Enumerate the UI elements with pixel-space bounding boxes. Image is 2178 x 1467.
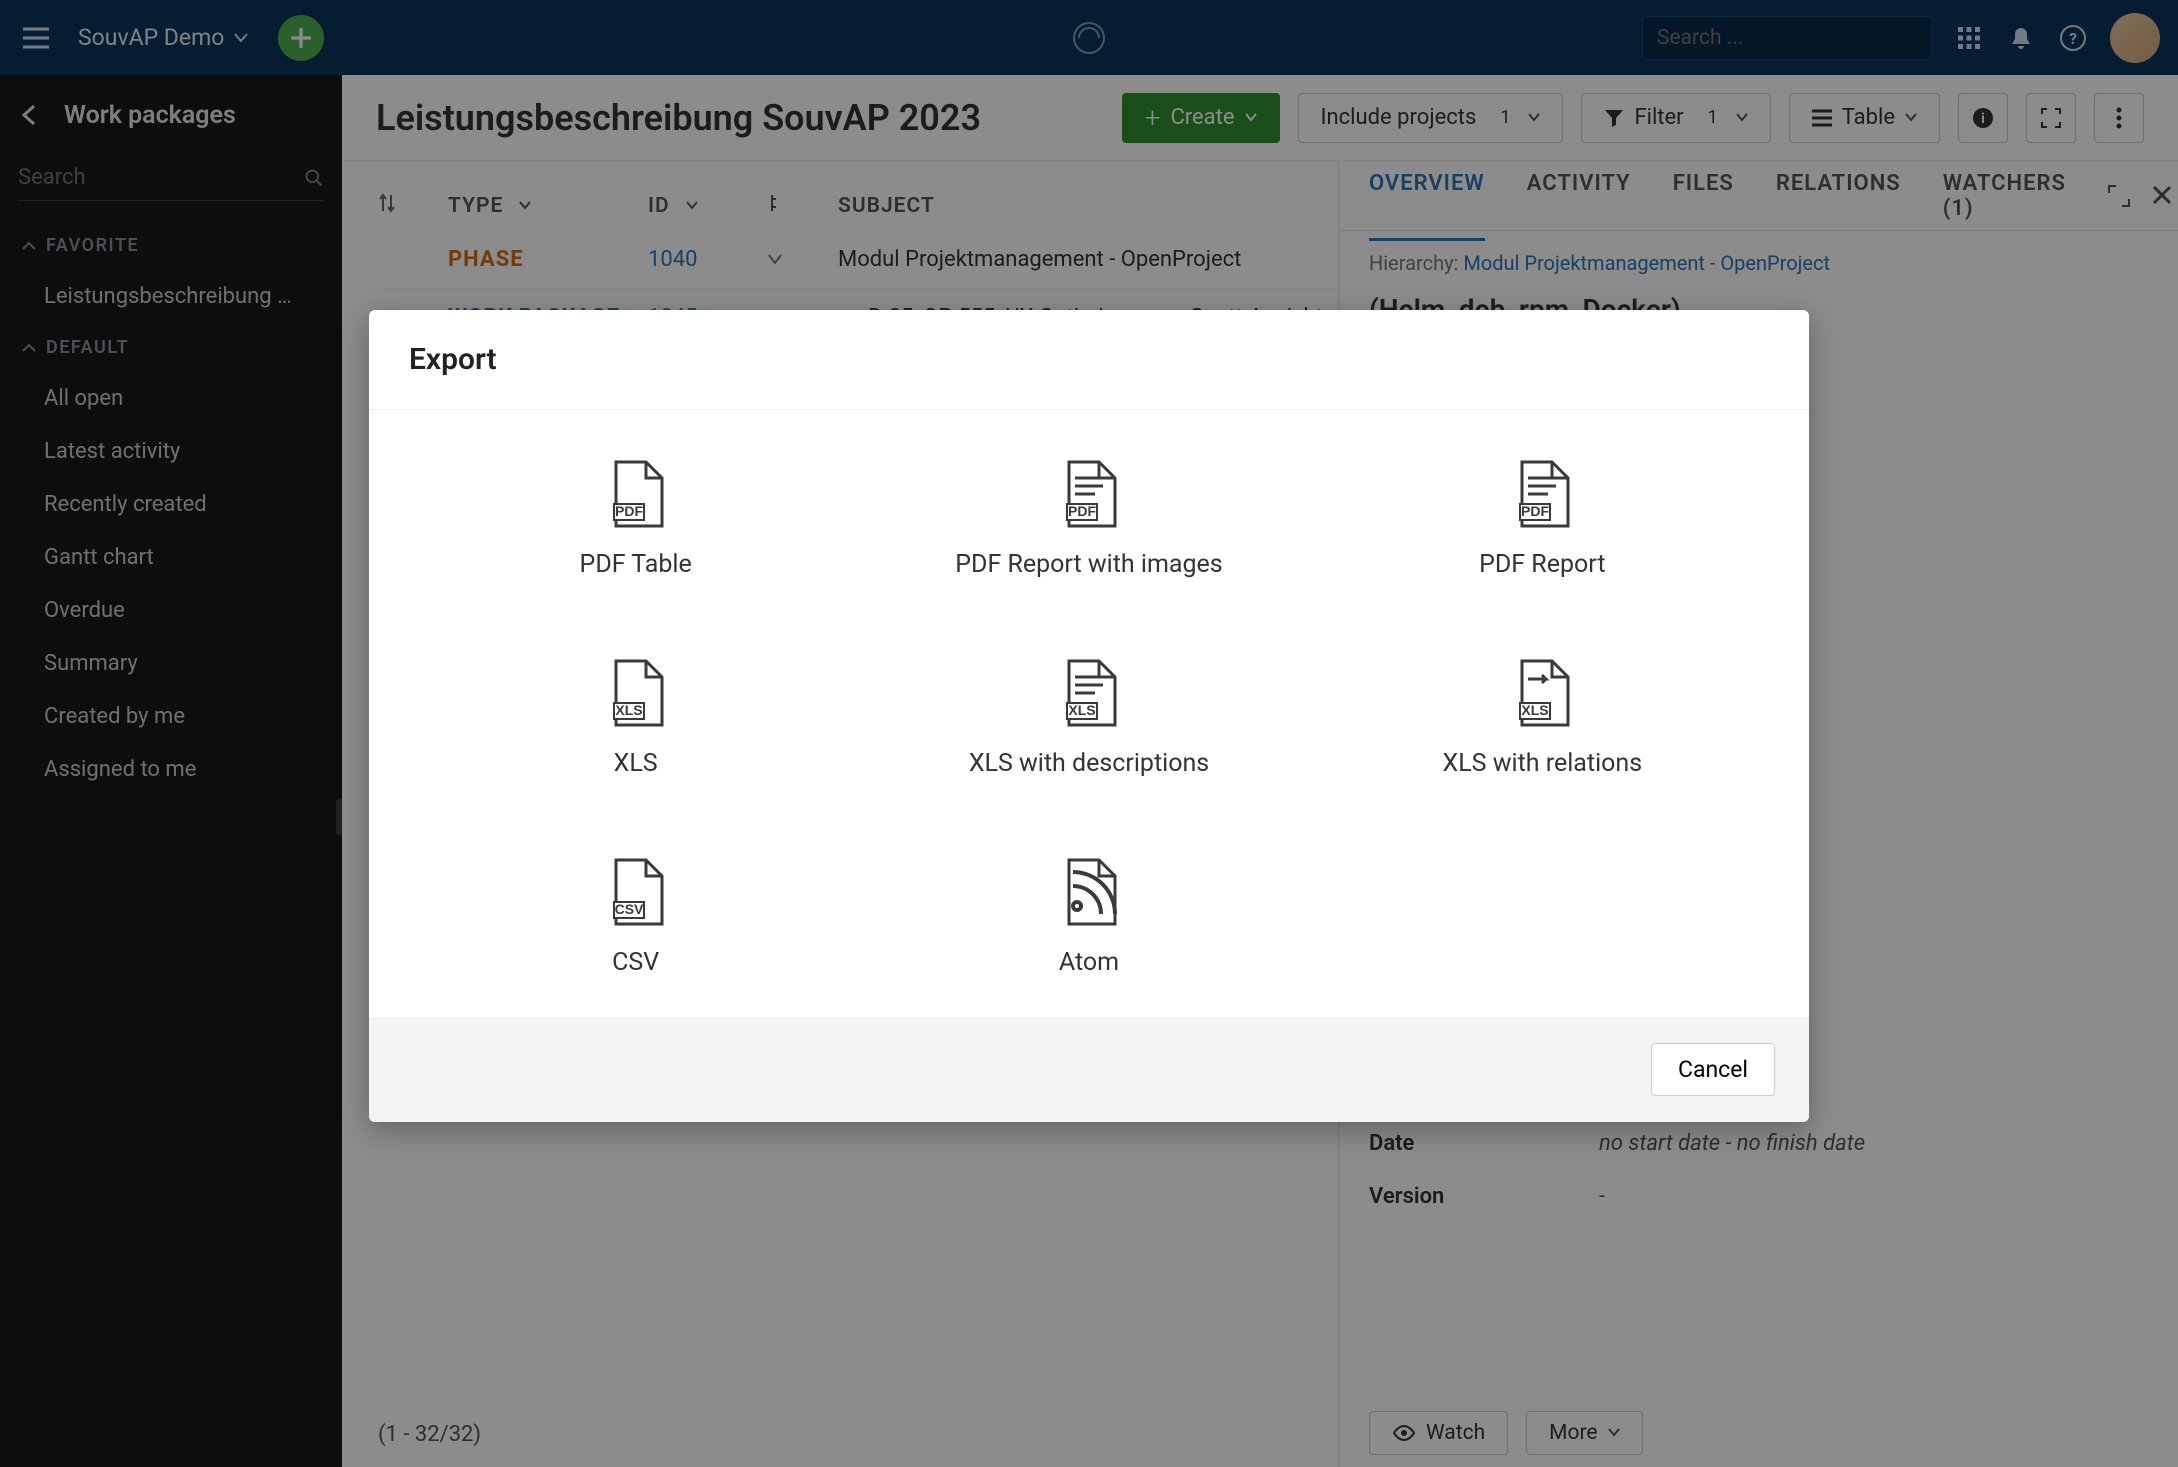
export-option-pdf-report[interactable]: PDF PDF Report	[1316, 460, 1769, 579]
svg-text:XLS: XLS	[615, 702, 642, 718]
export-option-label: PDF Table	[580, 550, 692, 579]
export-option-atom[interactable]: Atom	[862, 858, 1315, 977]
svg-text:CSV: CSV	[614, 901, 643, 917]
export-format-icon: CSV	[608, 858, 664, 930]
modal-title: Export	[369, 310, 1809, 410]
export-option-label: PDF Report with images	[955, 550, 1222, 579]
export-modal: Export PDF PDF Table PDF PDF Report with im…	[369, 310, 1809, 1122]
export-option-pdf-table[interactable]: PDF PDF Table	[409, 460, 862, 579]
export-format-icon: PDF	[1514, 460, 1570, 532]
export-option-label: Atom	[1059, 948, 1119, 977]
export-option-pdf-report-images[interactable]: PDF PDF Report with images	[862, 460, 1315, 579]
export-option-xls[interactable]: XLS XLS	[409, 659, 862, 778]
modal-overlay[interactable]: Export PDF PDF Table PDF PDF Report with im…	[0, 0, 2178, 1467]
export-option-label: CSV	[612, 948, 659, 977]
export-option-label: XLS	[614, 749, 658, 778]
export-option-xls-rel[interactable]: XLS XLS with relations	[1316, 659, 1769, 778]
svg-text:XLS: XLS	[1068, 702, 1095, 718]
cancel-button[interactable]: Cancel	[1651, 1043, 1775, 1096]
export-format-icon: XLS	[1514, 659, 1570, 731]
svg-text:PDF: PDF	[1521, 503, 1549, 519]
export-option-label: PDF Report	[1479, 550, 1605, 579]
export-format-icon: XLS	[608, 659, 664, 731]
export-option-label: XLS with relations	[1443, 749, 1643, 778]
export-option-label: XLS with descriptions	[969, 749, 1209, 778]
svg-text:PDF: PDF	[615, 503, 643, 519]
export-option-csv[interactable]: CSV CSV	[409, 858, 862, 977]
svg-text:XLS: XLS	[1522, 702, 1549, 718]
export-format-icon: PDF	[1061, 460, 1117, 532]
export-format-icon: XLS	[1061, 659, 1117, 731]
export-format-icon: PDF	[608, 460, 664, 532]
export-option-xls-desc[interactable]: XLS XLS with descriptions	[862, 659, 1315, 778]
export-format-icon	[1061, 858, 1117, 930]
svg-text:PDF: PDF	[1068, 503, 1096, 519]
